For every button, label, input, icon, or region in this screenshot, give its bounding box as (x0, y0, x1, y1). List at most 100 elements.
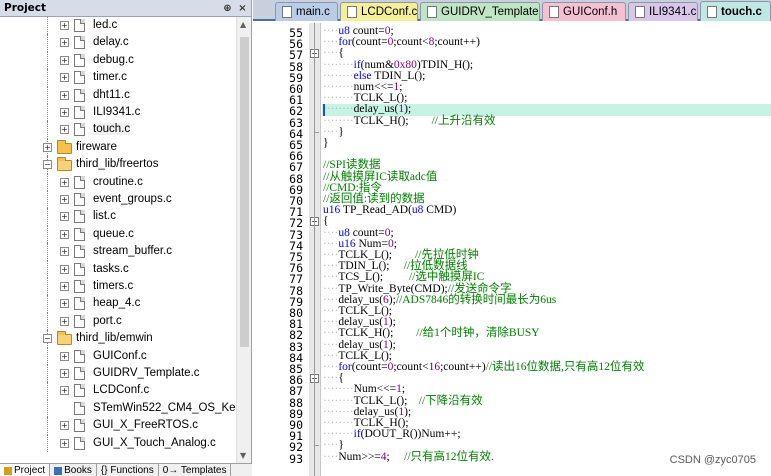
tree-file[interactable]: + port.c (0, 312, 236, 331)
code-line[interactable]: //从触摸屏IC读取adc值 (322, 171, 771, 183)
tree-file[interactable]: + heap_4.c (0, 295, 236, 313)
tree-file-label: ILI9341.c (93, 106, 141, 118)
expand-icon[interactable]: + (60, 282, 69, 291)
code-line[interactable]: } (322, 137, 771, 149)
tree-folder[interactable]: − third_lib/freertos (0, 156, 236, 174)
tree-file[interactable]: + queue.c (0, 225, 236, 244)
editor-tab[interactable]: main.c (275, 2, 338, 21)
code-line[interactable]: u16 TP_Read_AD(u8 CMD) (322, 204, 771, 216)
tree-file[interactable]: + debug.c (0, 51, 236, 70)
tab-templates[interactable]: 0→ Templates (159, 464, 232, 476)
expand-icon[interactable]: + (60, 369, 69, 378)
tree-file[interactable]: + timer.c (0, 69, 236, 87)
pin-icon[interactable]: ⊕ (221, 2, 234, 15)
expand-icon[interactable]: + (60, 264, 69, 274)
tree-guide-line (47, 312, 48, 331)
c-file-icon (74, 36, 85, 50)
tree-file[interactable]: + tasks.c (0, 260, 236, 278)
project-pane: Project ⊕ × + led.c + delay.c + debug.c + timer… (0, 0, 252, 476)
code-line[interactable]: ········if(DOUT_R())Num++; (322, 428, 771, 440)
tree-file[interactable]: + GUI_X_FreeRTOS.c (0, 417, 236, 435)
tree-file[interactable]: + GUI_X_Touch_Analog.c (0, 434, 236, 452)
editor-tab[interactable]: GUIDRV_Template.c (420, 2, 540, 21)
expand-icon[interactable]: + (60, 21, 69, 30)
tree-guide-line (47, 34, 48, 52)
scroll-down-icon[interactable]: ▼ (240, 451, 246, 460)
c-file-icon (74, 53, 85, 67)
code-line[interactable]: ········delay_us(1); (322, 104, 771, 116)
tree-file[interactable]: + touch.c (0, 121, 236, 139)
tab-functions[interactable]: {} Functions (97, 464, 159, 476)
project-tree-scrollbar[interactable]: ▲ ▼ (236, 17, 251, 463)
tree-file[interactable]: + delay.c (0, 34, 236, 52)
expand-icon[interactable]: + (60, 299, 69, 309)
tree-guide-line (47, 347, 48, 365)
tree-file[interactable]: + stream_buffer.c (0, 243, 236, 261)
expand-icon[interactable]: + (60, 229, 69, 239)
code-line[interactable] (322, 149, 771, 160)
editor-tab[interactable]: touch.c (700, 1, 771, 21)
expand-icon[interactable]: + (60, 108, 69, 117)
code-line[interactable]: ····TCS_L(); //选中触摸屏IC (322, 272, 771, 284)
file-icon (635, 6, 645, 18)
expand-icon[interactable]: + (60, 125, 69, 135)
project-pane-title: Project (4, 2, 47, 14)
expand-icon[interactable]: + (60, 386, 69, 396)
tree-file[interactable]: + LCDConf.c (0, 382, 236, 400)
collapse-icon[interactable]: − (43, 160, 52, 170)
tree-file[interactable]: + event_groups.c (0, 191, 236, 209)
expand-icon[interactable]: + (60, 195, 69, 204)
expand-icon[interactable]: + (60, 38, 69, 48)
tab-books[interactable]: Books (50, 464, 97, 476)
expand-icon[interactable]: + (60, 73, 69, 83)
tree-guide-line (47, 434, 48, 452)
folder-icon (57, 157, 72, 172)
editor-tab[interactable]: GUIConf.h (542, 2, 626, 21)
tree-file[interactable]: + ILI9341.c (0, 104, 236, 122)
code-line[interactable]: ····{ (322, 48, 771, 60)
code-line[interactable]: ····for(count=0;count<8;count++) (322, 36, 771, 48)
tree-file[interactable]: STemWin522_CM4_OS_Keil.lib (0, 399, 236, 418)
tree-file[interactable]: + timers.c (0, 278, 236, 296)
expand-icon[interactable]: + (60, 316, 69, 326)
tree-file[interactable]: + GUIDRV_Template.c (0, 365, 236, 383)
expand-icon[interactable]: + (60, 177, 69, 187)
project-bottom-tabs: Project Books {} Functions 0→ Templates (0, 463, 252, 476)
fold-margin[interactable]: − − − (309, 23, 321, 476)
expand-icon[interactable]: + (60, 351, 69, 361)
c-file-icon (74, 436, 85, 450)
code-line[interactable]: ····} (322, 126, 771, 138)
editor-tab-bar: main.c LCDConf.c GUIDRV_Template.c GUIConf.… (253, 0, 771, 21)
code-text[interactable]: ····u8 count=0; ····for(count=0;count<8;c… (322, 23, 771, 476)
c-file-icon (74, 262, 85, 276)
expand-icon[interactable]: + (60, 247, 69, 257)
code-line[interactable]: ········Num<<=1; (322, 384, 771, 396)
collapse-icon[interactable]: − (43, 334, 52, 344)
close-icon[interactable]: × (236, 2, 249, 15)
tree-file[interactable]: + dht11.c (0, 86, 236, 104)
tab-project[interactable]: Project (0, 464, 51, 476)
tree-guide-line (47, 225, 48, 244)
tree-file[interactable]: + GUIConf.c (0, 347, 236, 365)
tree-file[interactable]: + led.c (0, 17, 236, 35)
expand-icon[interactable]: + (60, 421, 69, 431)
tree-file[interactable]: + croutine.c (0, 173, 236, 191)
code-area[interactable]: 55 56 57 58 59 60 61 62 63 64 65 66 67 68 69 70 71 72 73 74… (253, 23, 771, 476)
code-line[interactable]: ········TCLK_H(); //上升沿有效 (322, 115, 771, 127)
tree-folder[interactable]: − third_lib/emwin (0, 330, 236, 348)
code-line[interactable]: ····for(count=0;count<16;count++)//读出16位… (322, 361, 771, 373)
code-line[interactable]: ····} (322, 440, 771, 452)
tree-folder[interactable]: + fireware (0, 138, 236, 157)
editor-tab[interactable]: ILI9341.c (628, 2, 698, 21)
editor-tab[interactable]: LCDConf.c (340, 2, 418, 21)
expand-icon[interactable]: + (60, 90, 69, 100)
scroll-up-icon[interactable]: ▲ (240, 20, 246, 29)
expand-icon[interactable]: + (60, 438, 69, 448)
expand-icon[interactable]: + (60, 212, 69, 222)
expand-icon[interactable]: + (43, 142, 52, 152)
expand-icon[interactable]: + (60, 55, 69, 65)
tree-file[interactable]: + list.c (0, 208, 236, 226)
code-line[interactable]: ····TCLK_H(); //给1个时钟，清除BUSY (322, 328, 771, 340)
scrollbar-thumb[interactable] (240, 37, 249, 347)
c-file-icon (74, 367, 85, 380)
